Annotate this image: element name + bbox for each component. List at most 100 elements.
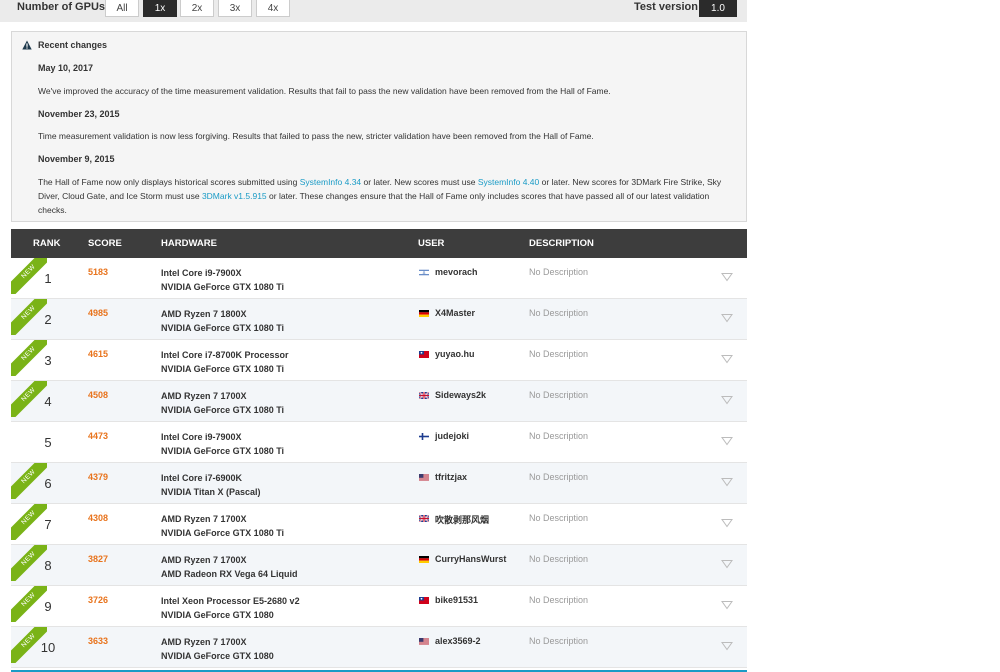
user-name[interactable]: tfritzjax	[435, 472, 467, 482]
cpu-name: Intel Core i7-8700K Processor	[161, 350, 289, 360]
3dmark-version-link[interactable]: 3DMark v1.5.915	[202, 191, 267, 201]
rank-value: 2	[44, 312, 52, 327]
expand-row-icon[interactable]	[721, 600, 733, 610]
table-row[interactable]: NEW 9 3726 Intel Xeon Processor E5-2680 v2 N…	[11, 586, 747, 627]
uk-flag-icon	[419, 392, 429, 399]
score-value[interactable]: 4473	[88, 431, 108, 441]
description-text: No Description	[529, 308, 589, 318]
expand-row-icon[interactable]	[721, 395, 733, 405]
expand-row-icon[interactable]	[721, 518, 733, 528]
cpu-name: Intel Xeon Processor E5-2680 v2	[161, 596, 300, 606]
score-value[interactable]: 4379	[88, 472, 108, 482]
description-text: No Description	[529, 349, 589, 359]
expand-row-icon[interactable]	[721, 477, 733, 487]
user-name[interactable]: CurryHansWurst	[435, 554, 506, 564]
table-row[interactable]: NEW 8 3827 AMD Ryzen 7 1700X AMD Radeon RX V…	[11, 545, 747, 586]
systeminfo-440-link[interactable]: SystemInfo 4.40	[478, 177, 539, 187]
taiwan-flag-icon	[419, 351, 429, 358]
gpu-name: NVIDIA GeForce GTX 1080 Ti	[161, 446, 285, 456]
gpu-name: NVIDIA GeForce GTX 1080 Ti	[161, 323, 285, 333]
gpu-name: NVIDIA GeForce GTX 1080	[161, 610, 274, 620]
table-row[interactable]: NEW 3 4615 Intel Core i7-8700K Processor NVI…	[11, 340, 747, 381]
table-row[interactable]: NEW 2 4985 AMD Ryzen 7 1800X NVIDIA GeForce …	[11, 299, 747, 340]
rank-value: 9	[44, 599, 52, 614]
user-name[interactable]: Sideways2k	[435, 390, 486, 400]
gpu-option-2x[interactable]: 2x	[180, 0, 214, 17]
rank-value: 4	[44, 394, 52, 409]
hall-of-fame-table: RANK SCORE HARDWARE USER DESCRIPTION NEW…	[11, 229, 747, 672]
description-text: No Description	[529, 636, 589, 646]
expand-row-icon[interactable]	[721, 354, 733, 364]
table-row[interactable]: NEW 6 4379 Intel Core i7-6900K NVIDIA Titan …	[11, 463, 747, 504]
usa-flag-icon	[419, 474, 429, 481]
change-text: Time measurement validation is now less …	[38, 131, 594, 141]
gpu-name: NVIDIA GeForce GTX 1080 Ti	[161, 282, 285, 292]
rank-value: 5	[44, 435, 52, 450]
score-value[interactable]: 4308	[88, 513, 108, 523]
table-row[interactable]: NEW 4 4508 AMD Ryzen 7 1700X NVIDIA GeForce …	[11, 381, 747, 422]
table-row[interactable]: NEW 7 4308 AMD Ryzen 7 1700X NVIDIA GeForce …	[11, 504, 747, 545]
israel-flag-icon	[419, 269, 429, 276]
gpu-name: AMD Radeon RX Vega 64 Liquid	[161, 569, 298, 579]
description-text: No Description	[529, 267, 589, 277]
change-text-part: The Hall of Fame now only displays histo…	[38, 177, 300, 187]
rank-column-header[interactable]: RANK	[33, 238, 60, 249]
user-column-header[interactable]: USER	[418, 238, 444, 249]
change-text: The Hall of Fame now only displays histo…	[38, 175, 728, 217]
user-name[interactable]: bike91531	[435, 595, 478, 605]
gpu-option-4x[interactable]: 4x	[256, 0, 290, 17]
gpu-name: NVIDIA GeForce GTX 1080	[161, 651, 274, 661]
recent-changes-title: Recent changes	[38, 40, 108, 50]
user-name[interactable]: X4Master	[435, 308, 475, 318]
table-header: RANK SCORE HARDWARE USER DESCRIPTION	[11, 229, 747, 258]
score-value[interactable]: 3827	[88, 554, 108, 564]
description-text: No Description	[529, 513, 589, 523]
systeminfo-434-link[interactable]: SystemInfo 4.34	[300, 177, 361, 187]
rank-value: 3	[44, 353, 52, 368]
user-name[interactable]: 吹散剥那风烟	[435, 513, 489, 526]
cpu-name: AMD Ryzen 7 1800X	[161, 309, 247, 319]
rank-value: 10	[40, 640, 56, 655]
user-name[interactable]: mevorach	[435, 267, 478, 277]
recent-changes-panel: Recent changes May 10, 2017 We've improv…	[11, 31, 747, 222]
rank-value: 6	[44, 476, 52, 491]
gpu-option-3x[interactable]: 3x	[218, 0, 252, 17]
expand-row-icon[interactable]	[721, 272, 733, 282]
table-row[interactable]: 5 4473 Intel Core i9-7900X NVIDIA GeForce G…	[11, 422, 747, 463]
score-value[interactable]: 4985	[88, 308, 108, 318]
score-value[interactable]: 5183	[88, 267, 108, 277]
usa-flag-icon	[419, 638, 429, 645]
score-value[interactable]: 4615	[88, 349, 108, 359]
rank-value: 7	[44, 517, 52, 532]
gpu-option-all[interactable]: All	[105, 0, 139, 17]
change-text: We've improved the accuracy of the time …	[38, 86, 611, 96]
score-value[interactable]: 3633	[88, 636, 108, 646]
germany-flag-icon	[419, 310, 429, 317]
test-version-select[interactable]: 1.0	[699, 0, 737, 17]
change-text-part: or later. New scores must use	[361, 177, 478, 187]
change-date: November 23, 2015	[38, 109, 120, 119]
score-column-header[interactable]: SCORE	[88, 238, 122, 249]
hardware-column-header[interactable]: HARDWARE	[161, 238, 217, 249]
user-name[interactable]: alex3569-2	[435, 636, 481, 646]
description-text: No Description	[529, 390, 589, 400]
description-text: No Description	[529, 554, 589, 564]
gpu-option-1x[interactable]: 1x	[143, 0, 177, 17]
expand-row-icon[interactable]	[721, 436, 733, 446]
taiwan-flag-icon	[419, 597, 429, 604]
expand-row-icon[interactable]	[721, 559, 733, 569]
warning-icon	[22, 40, 32, 50]
expand-row-icon[interactable]	[721, 641, 733, 651]
description-column-header[interactable]: DESCRIPTION	[529, 238, 594, 249]
table-row[interactable]: NEW 10 3633 AMD Ryzen 7 1700X NVIDIA GeForce…	[11, 627, 747, 668]
cpu-name: AMD Ryzen 7 1700X	[161, 391, 247, 401]
gpu-filter-bar: Number of GPUs: All 1x 2x 3x 4x Test ver…	[0, 0, 747, 22]
score-value[interactable]: 4508	[88, 390, 108, 400]
user-name[interactable]: judejoki	[435, 431, 469, 441]
gpu-name: NVIDIA Titan X (Pascal)	[161, 487, 261, 497]
cpu-name: AMD Ryzen 7 1700X	[161, 514, 247, 524]
score-value[interactable]: 3726	[88, 595, 108, 605]
user-name[interactable]: yuyao.hu	[435, 349, 475, 359]
expand-row-icon[interactable]	[721, 313, 733, 323]
table-row[interactable]: NEW 1 5183 Intel Core i9-7900X NVIDIA GeForc…	[11, 258, 747, 299]
